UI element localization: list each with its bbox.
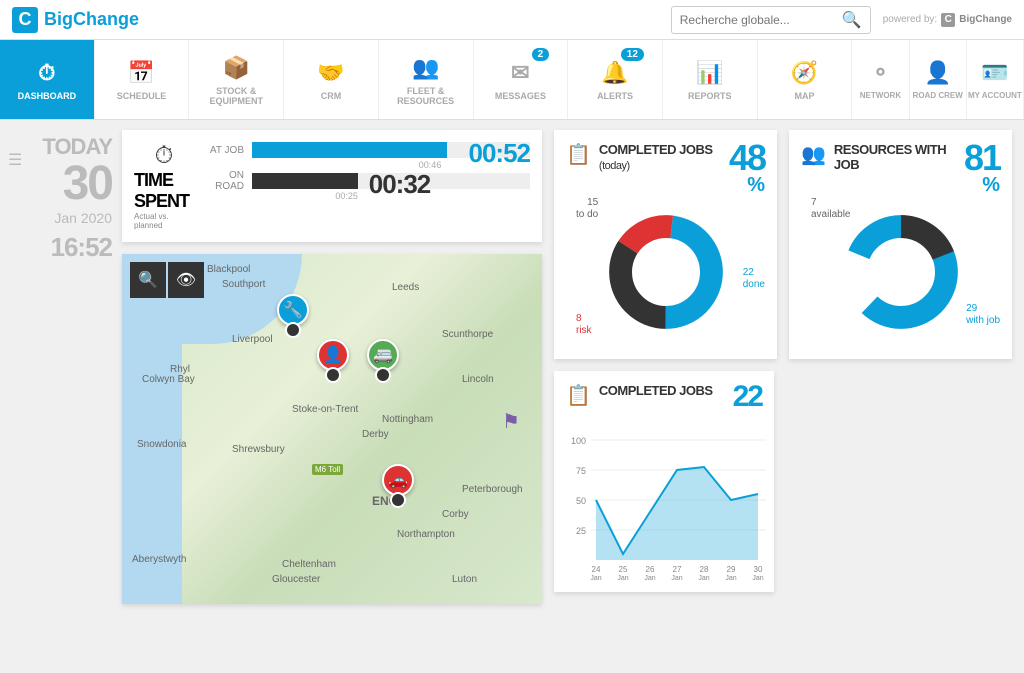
map-pin-red2[interactable]: 🚗 bbox=[382, 464, 414, 504]
resources-donut bbox=[841, 212, 961, 332]
nav-crm[interactable]: 🤝CRM bbox=[284, 40, 379, 119]
date-month: Jan 2020 bbox=[12, 210, 112, 226]
on-road-label: ON ROAD bbox=[206, 170, 244, 192]
map-pin-blue[interactable]: 🔧 bbox=[277, 294, 309, 334]
svg-text:Jan: Jan bbox=[590, 575, 601, 580]
handshake-icon: 🤝 bbox=[317, 59, 344, 87]
svg-text:29: 29 bbox=[727, 565, 736, 574]
nav-messages[interactable]: ✉MESSAGES2 bbox=[474, 40, 569, 119]
svg-text:30: 30 bbox=[754, 565, 763, 574]
svg-text:27: 27 bbox=[673, 565, 682, 574]
brand-name: BigChange bbox=[44, 9, 139, 30]
date-panel: TODAY 30 Jan 2020 16:52 bbox=[12, 130, 112, 604]
main-nav: ⏱DASHBOARD 📅SCHEDULE 📦STOCK & EQUIPMENT … bbox=[0, 40, 1024, 120]
map-flag-icon[interactable]: ⚑ bbox=[502, 409, 520, 434]
svg-text:75: 75 bbox=[576, 466, 586, 476]
nav-account[interactable]: 🪪MY ACCOUNT bbox=[967, 40, 1024, 119]
svg-text:Jan: Jan bbox=[644, 575, 655, 580]
svg-text:Jan: Jan bbox=[725, 575, 736, 580]
alerts-badge: 12 bbox=[621, 48, 644, 61]
map-zoom-icon[interactable]: 🔍 bbox=[130, 262, 166, 298]
network-icon: ⚬ bbox=[871, 59, 889, 87]
chart-icon: 📊 bbox=[696, 59, 723, 87]
boxes-icon: 📦 bbox=[223, 54, 250, 82]
map-pin-red[interactable]: 👤 bbox=[317, 339, 349, 379]
header: C BigChange 🔍 powered by: C BigChange bbox=[0, 0, 1024, 40]
logo-icon: C bbox=[12, 7, 38, 33]
menu-toggle-icon[interactable]: ☰ bbox=[8, 150, 22, 170]
map-pin-green[interactable]: 🚐 bbox=[367, 339, 399, 379]
gauge-icon: ⏱ bbox=[38, 59, 55, 87]
completed-jobs-linechart: 100 75 50 25 24 25 26 27 28 29 30 Jan bbox=[566, 420, 762, 580]
people-icon: 👥 bbox=[801, 142, 826, 167]
svg-text:100: 100 bbox=[571, 436, 586, 446]
svg-text:24: 24 bbox=[592, 565, 601, 574]
nav-alerts[interactable]: 🔔ALERTS12 bbox=[568, 40, 663, 119]
clipboard-icon-2: 📋 bbox=[566, 383, 591, 408]
on-road-planned: 00:25 bbox=[335, 191, 358, 201]
global-search[interactable]: 🔍 bbox=[671, 6, 871, 34]
nav-map[interactable]: 🧭MAP bbox=[758, 40, 853, 119]
svg-text:25: 25 bbox=[576, 526, 586, 536]
nav-dashboard[interactable]: ⏱DASHBOARD bbox=[0, 40, 95, 119]
on-road-actual: 00:32 bbox=[369, 169, 431, 200]
nav-stock[interactable]: 📦STOCK & EQUIPMENT bbox=[189, 40, 284, 119]
time-spent-sub: Actual vs. planned bbox=[134, 212, 194, 230]
svg-text:28: 28 bbox=[700, 565, 709, 574]
search-input[interactable] bbox=[680, 13, 842, 27]
completed-donut bbox=[606, 212, 726, 332]
bell-icon: 🔔 bbox=[601, 59, 628, 87]
nav-roadcrew[interactable]: 👤ROAD CREW bbox=[910, 40, 967, 119]
svg-text:50: 50 bbox=[576, 496, 586, 506]
id-icon: 🪪 bbox=[981, 59, 1008, 87]
powered-logo-icon: C bbox=[941, 13, 955, 27]
svg-text:Jan: Jan bbox=[698, 575, 709, 580]
calendar-icon: 📅 bbox=[128, 59, 155, 87]
completed-jobs-value: 22 bbox=[733, 383, 762, 410]
time-spent-title: TIME SPENT bbox=[134, 170, 194, 212]
nav-network[interactable]: ⚬NETWORK bbox=[852, 40, 909, 119]
svg-text:25: 25 bbox=[619, 565, 628, 574]
compass-icon: 🧭 bbox=[791, 59, 818, 87]
map-eye-icon[interactable]: 👁 bbox=[168, 262, 204, 298]
completed-today-value: 48 bbox=[729, 142, 765, 174]
search-icon: 🔍 bbox=[842, 10, 862, 30]
nav-schedule[interactable]: 📅SCHEDULE bbox=[95, 40, 190, 119]
envelope-icon: ✉ bbox=[511, 59, 529, 87]
nav-reports[interactable]: 📊REPORTS bbox=[663, 40, 758, 119]
svg-text:26: 26 bbox=[646, 565, 655, 574]
user-icon: 👤 bbox=[924, 59, 951, 87]
fleet-icon: 👥 bbox=[412, 54, 439, 82]
nav-fleet[interactable]: 👥FLEET & RESOURCES bbox=[379, 40, 474, 119]
clipboard-icon: 📋 bbox=[566, 142, 591, 167]
map-card[interactable]: 🔍 👁 Leeds Liverpool Scunthorpe Lincoln S… bbox=[122, 254, 542, 604]
messages-badge: 2 bbox=[532, 48, 550, 61]
stopwatch-icon: ⏱ bbox=[155, 142, 174, 170]
resources-card: 👥 RESOURCES WITH JOB 81% 7available 29wi… bbox=[789, 130, 1012, 359]
time-spent-card: ⏱ TIME SPENT Actual vs. planned AT JOB 0… bbox=[122, 130, 542, 242]
resources-title: RESOURCES WITH JOB bbox=[834, 142, 956, 172]
completed-today-title: COMPLETED JOBS bbox=[599, 142, 713, 157]
date-time: 16:52 bbox=[12, 232, 112, 263]
resources-value: 81 bbox=[964, 142, 1000, 174]
brand-logo[interactable]: C BigChange bbox=[12, 7, 139, 33]
map-canvas[interactable]: Leeds Liverpool Scunthorpe Lincoln Stoke… bbox=[122, 254, 542, 604]
completed-today-card: 📋 COMPLETED JOBS (today) 48% 15to do 8ri… bbox=[554, 130, 777, 359]
at-job-label: AT JOB bbox=[206, 145, 244, 156]
svg-text:Jan: Jan bbox=[671, 575, 682, 580]
svg-text:Jan: Jan bbox=[752, 575, 763, 580]
at-job-actual: 00:52 bbox=[469, 138, 531, 169]
date-day: 30 bbox=[12, 160, 112, 208]
completed-jobs-chart-card: 📋 COMPLETED JOBS 22 100 75 50 25 bbox=[554, 371, 774, 592]
svg-text:Jan: Jan bbox=[617, 575, 628, 580]
powered-by: powered by: C BigChange bbox=[883, 13, 1012, 27]
completed-jobs-title: COMPLETED JOBS bbox=[599, 383, 725, 398]
